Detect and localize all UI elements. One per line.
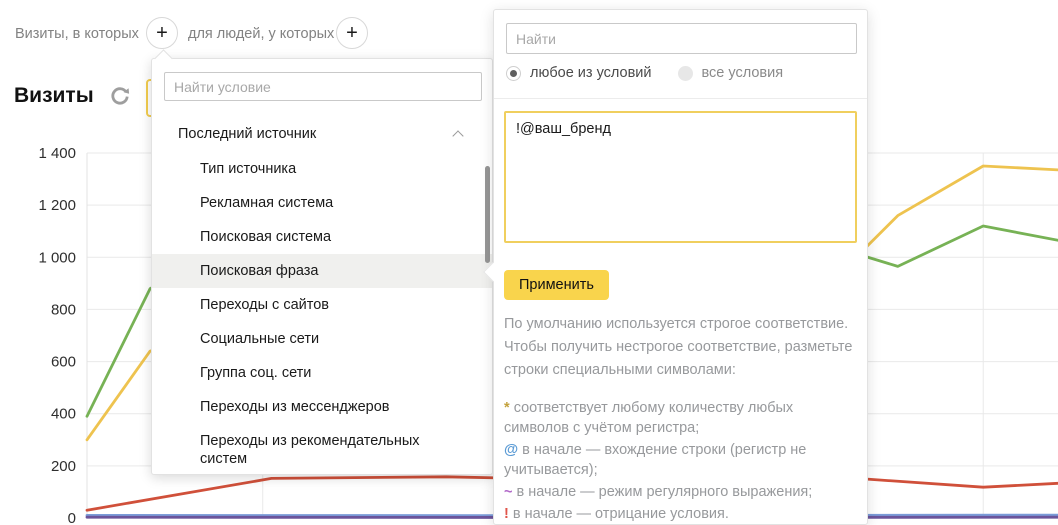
y-tick-label: 400	[51, 406, 76, 423]
phrase-condition-panel: любое из условий все условия !@ваш_бренд…	[493, 9, 868, 525]
rule-text: в начале — режим регулярного выражения;	[517, 484, 813, 500]
condition-group-label: Последний источник	[178, 126, 316, 142]
rule-text: в начале — отрицание условия.	[513, 506, 729, 522]
refresh-icon[interactable]	[110, 86, 130, 106]
help-block: По умолчанию используется строгое соотве…	[504, 313, 854, 525]
rule-text: соответствует любому количеству любых си…	[504, 400, 793, 436]
rule-text: в начале — вхождение строки (регистр не …	[504, 442, 806, 478]
condition-item[interactable]: Рекламная система	[152, 186, 492, 220]
add-visit-condition-button[interactable]: +	[146, 17, 178, 49]
condition-item[interactable]: Переходы из мессенджеров	[152, 390, 492, 424]
help-rule: @ в начале — вхождение строки (регистр н…	[504, 440, 854, 480]
apply-button[interactable]: Применить	[504, 270, 609, 300]
help-rule: ! в начале — отрицание условия.	[504, 504, 854, 524]
radio-all-conditions[interactable]: все условия	[678, 65, 784, 81]
metrica-segmentation-screen: 0 200 400 600 800 1 000 1 200 1 400 Визиты, в к…	[0, 0, 1058, 525]
y-tick-label: 0	[68, 510, 76, 525]
condition-item[interactable]: Тип источника	[152, 152, 492, 186]
dropdown-scrollbar[interactable]	[485, 166, 490, 263]
phrase-search-input[interactable]	[506, 23, 857, 54]
radio-any-condition[interactable]: любое из условий	[506, 65, 652, 81]
people-condition-label: для людей, у которых	[188, 26, 334, 42]
condition-list: Последний источник Тип источникаРекламна…	[152, 116, 492, 476]
match-mode-radios: любое из условий все условия	[506, 65, 783, 81]
page-title: Визиты	[14, 84, 94, 108]
visits-condition-label: Визиты, в которых	[15, 26, 139, 42]
y-tick-label: 200	[51, 458, 76, 475]
condition-item[interactable]: Поисковая система	[152, 220, 492, 254]
y-tick-label: 1 400	[38, 145, 76, 162]
condition-item[interactable]: Социальные сети	[152, 322, 492, 356]
y-tick-label: 600	[51, 354, 76, 371]
radio-selected-icon[interactable]	[506, 66, 521, 81]
rule-symbol: @	[504, 442, 518, 458]
condition-item[interactable]: Переходы из рекомендательных систем	[152, 424, 492, 476]
condition-item[interactable]: Поисковая фраза	[152, 254, 492, 288]
radio-all-label: все условия	[702, 65, 784, 81]
condition-group-last-source[interactable]: Последний источник	[152, 116, 492, 152]
y-tick-label: 1 200	[38, 197, 76, 214]
help-intro-text: По умолчанию используется строгое соотве…	[504, 313, 854, 382]
phrase-textarea[interactable]: !@ваш_бренд	[504, 111, 857, 243]
help-rule: * соответствует любому количеству любых …	[504, 398, 854, 438]
radio-any-label: любое из условий	[530, 65, 652, 81]
panel-divider	[494, 98, 867, 99]
chevron-up-icon	[452, 130, 463, 141]
y-tick-label: 800	[51, 301, 76, 318]
add-people-condition-button[interactable]: +	[336, 17, 368, 49]
condition-search-input[interactable]	[164, 72, 482, 101]
y-tick-label: 1 000	[38, 249, 76, 266]
rule-symbol: !	[504, 506, 509, 522]
radio-unselected-icon[interactable]	[678, 66, 693, 81]
rule-symbol: ~	[504, 484, 512, 500]
rule-symbol: *	[504, 400, 510, 416]
condition-item[interactable]: Переходы с сайтов	[152, 288, 492, 322]
condition-dropdown-panel: Последний источник Тип источникаРекламна…	[151, 58, 493, 475]
condition-item[interactable]: Группа соц. сети	[152, 356, 492, 390]
help-rule: ~ в начале — режим регулярного выражения…	[504, 482, 854, 502]
help-rules-list: * соответствует любому количеству любых …	[504, 398, 854, 524]
